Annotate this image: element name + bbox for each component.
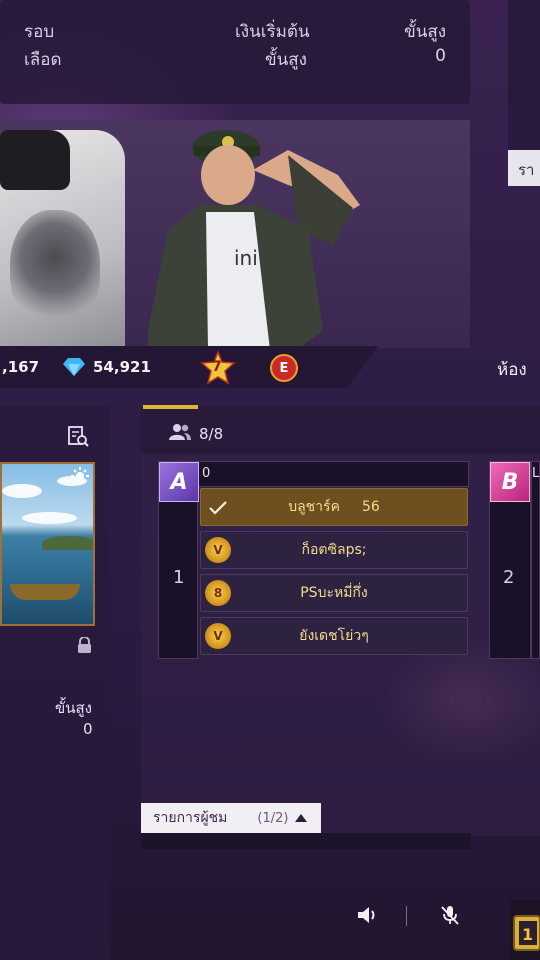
spectator-bar <box>141 833 471 849</box>
rank-frame-icon[interactable]: 1 <box>512 910 540 954</box>
chair-headrest <box>0 130 70 190</box>
triangle-up-icon <box>295 814 308 822</box>
spectator-list-toggle[interactable]: รายการผู้ชม (1/2) <box>141 803 321 833</box>
max-level-value: 0 <box>435 46 446 66</box>
microphone-muted-icon[interactable] <box>440 904 460 926</box>
streamer-figure: ini <box>147 130 360 348</box>
team2-name: L <box>532 466 540 481</box>
lower-left-panel <box>0 818 110 960</box>
rank-badge-icon[interactable]: 7 <box>200 349 236 386</box>
controls-divider <box>406 906 407 926</box>
player-name: ยังเดชโย่วๆ <box>299 628 369 644</box>
player-slot-1[interactable]: บลูชาร์ค 56 <box>200 488 468 526</box>
currency-bar <box>0 346 378 388</box>
players-count: 8/8 <box>199 425 224 443</box>
streamer-camera-overlay: ini <box>0 120 470 348</box>
room-label: ห้อง <box>497 360 527 380</box>
team1-header <box>198 461 469 487</box>
check-icon <box>209 501 227 515</box>
right-edge-panel <box>508 0 540 150</box>
room-info-panel: รอบ เลือด เงินเริ่มต้น ขั้นสูง ขั้นสูง 0 <box>0 0 470 104</box>
player-rank-badge-icon: V <box>205 537 231 563</box>
speaker-icon[interactable] <box>357 905 379 925</box>
start-money-label: เงินเริ่มต้น <box>235 22 310 42</box>
lock-icon <box>78 637 91 653</box>
team2-slots-edge <box>531 461 540 659</box>
player-name: PSบะหมี่กึ่ง <box>300 585 368 601</box>
player-slot-4[interactable]: ยังเดชโย่วๆ <box>200 617 468 655</box>
diamonds-amount: 54,921 <box>93 358 151 376</box>
player-level: 56 <box>361 499 380 515</box>
player-rank-badge-icon: V <box>205 623 231 649</box>
svg-text:ini: ini <box>234 246 258 270</box>
player-slot-3[interactable]: PSบะหมี่กึ่ง <box>200 574 468 612</box>
player-slot-2[interactable]: ก็อตซิลps; <box>200 531 468 569</box>
max-level-label-2: ขั้นสูง <box>265 50 307 70</box>
player-name: บลูชาร์ค <box>288 499 340 515</box>
team1-name: 0 <box>202 466 211 481</box>
blood-label: เลือด <box>24 50 62 70</box>
spectator-page: (1/2) <box>257 810 289 826</box>
team1-number: 1 <box>173 567 185 588</box>
elite-pass-badge[interactable]: E <box>270 354 298 382</box>
left-max-level-label: ขั้นสูง <box>55 699 92 717</box>
rank-badge-value: 7 <box>212 359 222 375</box>
team1-logo: A <box>159 462 199 502</box>
chair-lion-print <box>10 210 100 330</box>
map-thumbnail[interactable] <box>0 462 95 626</box>
diamond-icon <box>63 358 85 376</box>
player-name: ก็อตซิลps; <box>301 542 367 558</box>
round-label: รอบ <box>24 22 55 42</box>
team2-number: 2 <box>503 567 515 588</box>
players-icon <box>169 424 191 440</box>
search-list-icon[interactable] <box>67 425 89 447</box>
right-edge-tab[interactable]: รา <box>508 150 540 186</box>
team2-logo: B <box>490 462 530 502</box>
max-level-label: ขั้นสูง <box>404 22 446 42</box>
svg-text:1: 1 <box>522 925 533 944</box>
coins-amount: ,167 <box>2 358 40 376</box>
player-rank-badge-icon: 8 <box>205 580 231 606</box>
active-tab-indicator <box>143 405 198 409</box>
left-max-level-value: 0 <box>83 720 93 738</box>
spectator-label: รายการผู้ชม <box>153 810 228 826</box>
weather-sun-icon <box>71 467 89 485</box>
